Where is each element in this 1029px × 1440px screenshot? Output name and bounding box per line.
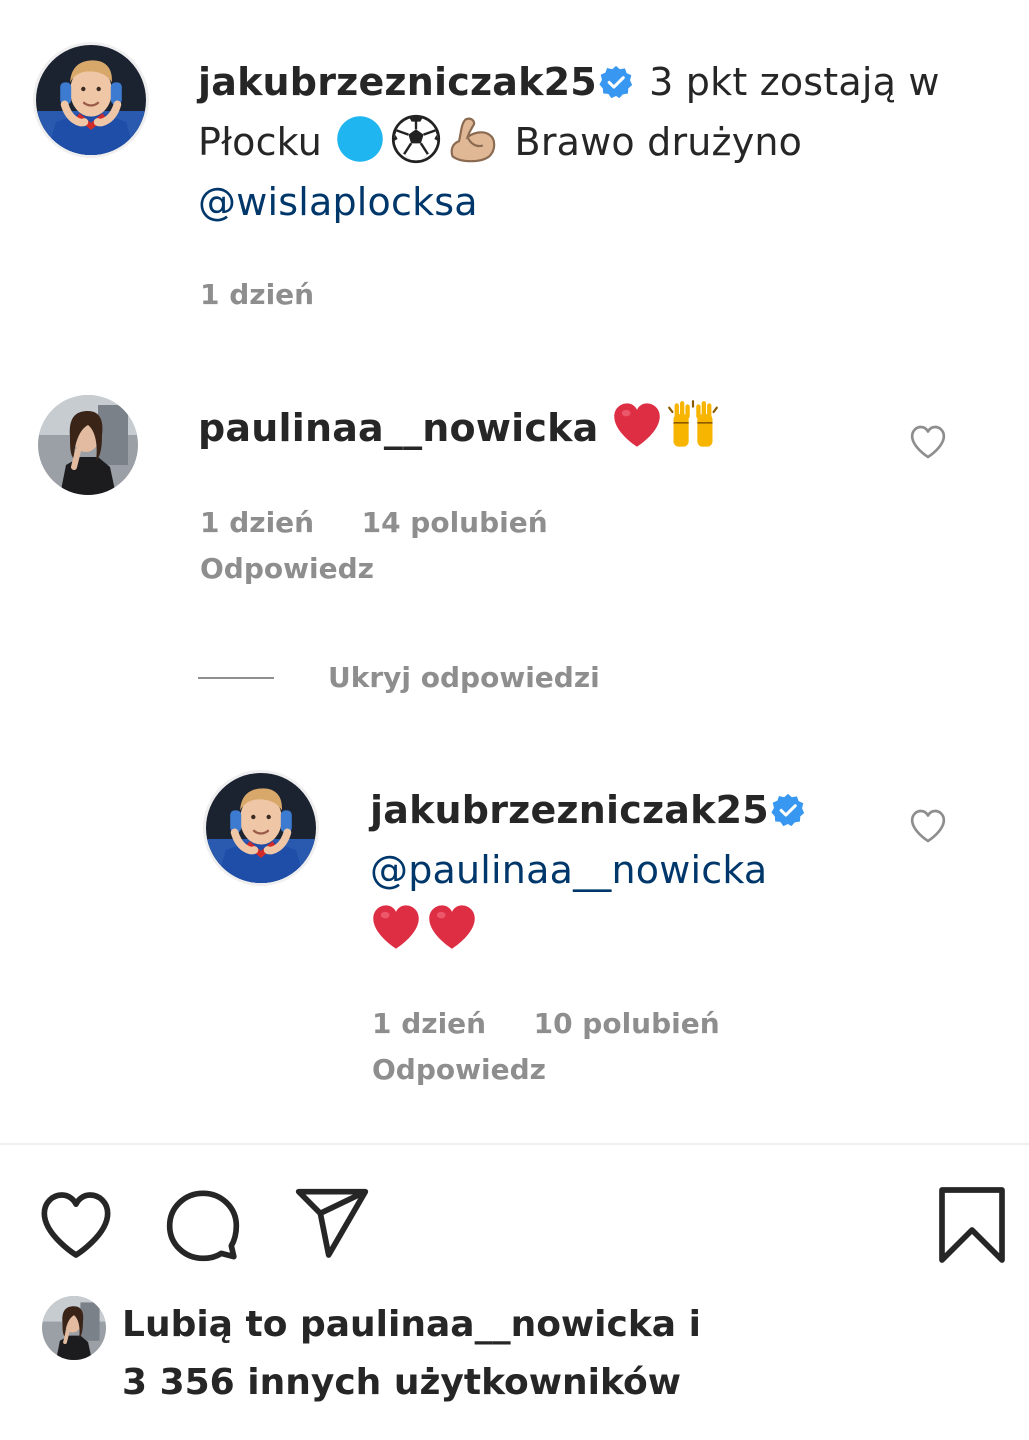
red-heart-icon bbox=[426, 901, 478, 953]
verified-badge-icon bbox=[771, 793, 805, 827]
caption-mention-link[interactable]: @wislaplocksa bbox=[198, 180, 478, 224]
reply-meta: 1 dzień 10 polubień Odpowiedz bbox=[372, 1001, 720, 1093]
reply-likes-count[interactable]: 10 polubień bbox=[534, 1007, 720, 1040]
reply-reply-button[interactable]: Odpowiedz bbox=[372, 1053, 546, 1086]
raising-hands-icon bbox=[667, 399, 719, 451]
comment-reply-button[interactable]: Odpowiedz bbox=[200, 552, 374, 585]
likes-summary-line2[interactable]: 3 356 innych użytkowników bbox=[122, 1362, 681, 1403]
caption-username[interactable]: jakubrzezniczak25 bbox=[198, 60, 597, 104]
caption-text-after: Brawo drużyno bbox=[514, 120, 803, 164]
comment-timestamp[interactable]: 1 dzień bbox=[200, 506, 314, 539]
verified-badge-icon bbox=[599, 65, 633, 99]
red-heart-icon bbox=[370, 901, 422, 953]
comment-username[interactable]: paulinaa__nowicka bbox=[198, 406, 598, 450]
hide-replies-toggle[interactable]: Ukryj odpowiedzi bbox=[198, 655, 600, 701]
reply-timestamp[interactable]: 1 dzień bbox=[372, 1007, 486, 1040]
share-icon[interactable] bbox=[292, 1185, 372, 1265]
caption-author-avatar[interactable] bbox=[33, 42, 149, 158]
reply-author-avatar[interactable] bbox=[203, 770, 319, 886]
comment-author-avatar[interactable] bbox=[38, 395, 138, 495]
reply-mention-link[interactable]: @paulinaa__nowicka bbox=[370, 848, 767, 892]
red-heart-icon bbox=[611, 399, 663, 451]
caption-timestamp[interactable]: 1 dzień bbox=[200, 272, 314, 318]
likes-summary-avatar[interactable] bbox=[42, 1296, 106, 1360]
comment: paulinaa__nowicka bbox=[198, 398, 878, 458]
comment-likes-count[interactable]: 14 polubień bbox=[362, 506, 548, 539]
avatar-image bbox=[38, 395, 138, 495]
reply-like-heart-icon[interactable] bbox=[908, 806, 948, 846]
reply: jakubrzezniczak25 @paulinaa__nowicka bbox=[370, 780, 870, 960]
comment-like-heart-icon[interactable] bbox=[908, 422, 948, 462]
caption: jakubrzezniczak25 3 pkt zostają w Płocku… bbox=[198, 52, 988, 232]
avatar-image bbox=[42, 1296, 106, 1360]
avatar-image bbox=[206, 773, 316, 883]
soccer-ball-icon bbox=[390, 113, 442, 165]
comment-meta: 1 dzień 14 polubień Odpowiedz bbox=[200, 500, 548, 592]
heart-icon[interactable] bbox=[36, 1185, 116, 1265]
section-divider bbox=[0, 1143, 1029, 1145]
likes-summary-line1[interactable]: Lubią to paulinaa__nowicka i bbox=[122, 1304, 701, 1345]
likes-summary: Lubią to paulinaa__nowicka i 3 356 innyc… bbox=[122, 1296, 1002, 1412]
comment-icon[interactable] bbox=[163, 1185, 243, 1265]
bookmark-icon[interactable] bbox=[932, 1185, 1012, 1265]
reply-username[interactable]: jakubrzezniczak25 bbox=[370, 788, 769, 832]
replies-divider-line bbox=[198, 677, 274, 679]
blue-circle-icon bbox=[334, 113, 386, 165]
hide-replies-label: Ukryj odpowiedzi bbox=[328, 661, 600, 694]
flexed-biceps-icon bbox=[446, 113, 498, 165]
avatar-image bbox=[36, 45, 146, 155]
